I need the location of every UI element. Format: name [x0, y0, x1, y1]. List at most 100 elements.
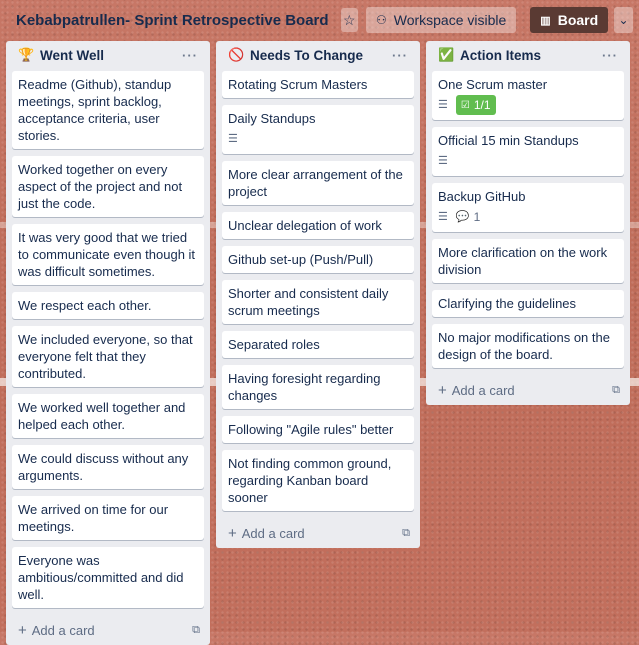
card-title: No major modifications on the design of … [438, 330, 610, 362]
card-title: One Scrum master [438, 77, 548, 92]
list-emoji-icon: 🏆 [18, 47, 35, 62]
board-header: Kebabpatrullen- Sprint Retrospective Boa… [0, 0, 639, 40]
list-title[interactable]: Needs To Change [250, 48, 392, 63]
board-title[interactable]: Kebabpatrullen- Sprint Retrospective Boa… [16, 12, 329, 29]
card-title: Official 15 min Standups [438, 133, 579, 148]
card[interactable]: Following "Agile rules" better [222, 416, 414, 443]
list-menu-icon[interactable]: ··· [602, 48, 618, 63]
list-title[interactable]: Action Items [460, 48, 602, 63]
board-icon: ▥ [540, 14, 551, 27]
card-title: We arrived on time for our meetings. [18, 502, 169, 534]
list-header[interactable]: 🏆 Went Well ··· [12, 41, 204, 69]
card-template-icon[interactable]: ⧉ [192, 624, 200, 637]
card[interactable]: Backup GitHub ☰ 💬 1 [432, 183, 624, 232]
add-card-button[interactable]: + Add a card ⧉ [12, 615, 204, 645]
card[interactable]: Everyone was ambitious/committed and did… [12, 547, 204, 608]
card[interactable]: Github set-up (Push/Pull) [222, 246, 414, 273]
card[interactable]: We arrived on time for our meetings. [12, 496, 204, 540]
card[interactable]: Worked together on every aspect of the p… [12, 156, 204, 217]
card-title: Clarifying the guidelines [438, 296, 577, 311]
card-title: Daily Standups [228, 111, 316, 126]
checklist-badge: ☑ 1/1 [455, 95, 496, 115]
card-title: More clear arrangement of the project [228, 167, 403, 199]
card[interactable]: Shorter and consistent daily scrum meeti… [222, 280, 414, 324]
add-card-label: Add a card [241, 525, 305, 541]
description-icon: ☰ [438, 154, 448, 167]
card-title: More clarification on the work division [438, 245, 608, 277]
card[interactable]: Unclear delegation of work [222, 212, 414, 239]
list-column: ✅ Action Items ··· One Scrum master ☰ ☑ 1/1 Off… [426, 41, 630, 405]
card-title: Rotating Scrum Masters [228, 77, 368, 92]
card[interactable]: Clarifying the guidelines [432, 290, 624, 317]
card-title: Everyone was ambitious/committed and did… [18, 553, 184, 602]
add-card-label: Add a card [451, 382, 515, 398]
card[interactable]: Official 15 min Standups ☰ [432, 127, 624, 176]
card-title: We worked well together and helped each … [18, 400, 186, 432]
description-icon: ☰ [228, 132, 238, 145]
card-badges: ☰ [438, 151, 616, 171]
card[interactable]: Having foresight regarding changes [222, 365, 414, 409]
card-title: Having foresight regarding changes [228, 371, 381, 403]
card-title: We could discuss without any arguments. [18, 451, 189, 483]
card-title: Backup GitHub [438, 189, 526, 204]
card[interactable]: More clear arrangement of the project [222, 161, 414, 205]
star-icon: ☆ [342, 11, 356, 28]
card-title: Unclear delegation of work [228, 218, 382, 233]
card[interactable]: We worked well together and helped each … [12, 394, 204, 438]
card[interactable]: Not finding common ground, regarding Kan… [222, 450, 414, 511]
workspace-visibility-button[interactable]: ⚇ Workspace visible [365, 7, 517, 33]
card[interactable]: We could discuss without any arguments. [12, 445, 204, 489]
card[interactable]: We included everyone, so that everyone f… [12, 326, 204, 387]
description-icon: ☰ [438, 210, 448, 223]
list-emoji-icon: ✅ [438, 47, 455, 62]
card-title: Shorter and consistent daily scrum meeti… [228, 286, 389, 318]
card[interactable]: Daily Standups ☰ [222, 105, 414, 154]
card-title: Github set-up (Push/Pull) [228, 252, 374, 267]
board-view-label: Board [557, 12, 599, 28]
card-badges: ☰ ☑ 1/1 [438, 95, 616, 115]
workspace-visibility-label: Workspace visible [393, 12, 507, 28]
board-view-button[interactable]: ▥ Board [530, 7, 609, 33]
card[interactable]: Rotating Scrum Masters [222, 71, 414, 98]
card-title: We respect each other. [18, 298, 152, 313]
add-card-label: Add a card [31, 622, 95, 638]
card[interactable]: Separated roles [222, 331, 414, 358]
workspace-people-icon: ⚇ [375, 13, 387, 27]
card-badges: ☰ 💬 1 [438, 207, 616, 227]
card-title: Separated roles [228, 337, 320, 352]
add-card-button[interactable]: + Add a card ⧉ [222, 518, 414, 548]
list-menu-icon[interactable]: ··· [182, 48, 198, 63]
comment-icon: 💬 [455, 210, 470, 223]
add-card-button[interactable]: + Add a card ⧉ [432, 375, 624, 405]
checklist-count: 1/1 [473, 97, 491, 112]
card-title: Not finding common ground, regarding Kan… [228, 456, 392, 505]
card-title: Following "Agile rules" better [228, 422, 394, 437]
card-title: Worked together on every aspect of the p… [18, 162, 183, 211]
comment-count: 1 [473, 209, 481, 224]
comment-badge: 💬 1 [456, 209, 480, 226]
view-switcher-button[interactable]: ⌄ [614, 7, 633, 33]
star-button[interactable]: ☆ [340, 8, 358, 32]
card[interactable]: We respect each other. [12, 292, 204, 319]
checklist-icon: ☑ [460, 99, 470, 111]
list-header[interactable]: 🚫 Needs To Change ··· [222, 41, 414, 69]
card-title: It was very good that we tried to commun… [18, 230, 196, 279]
plus-icon: + [228, 524, 237, 542]
card-badges: ☰ [228, 129, 406, 149]
card-title: Readme (Github), standup meetings, sprin… [18, 77, 172, 143]
card[interactable]: It was very good that we tried to commun… [12, 224, 204, 285]
card[interactable]: No major modifications on the design of … [432, 324, 624, 368]
description-icon: ☰ [438, 98, 448, 111]
list-header[interactable]: ✅ Action Items ··· [432, 41, 624, 69]
list-menu-icon[interactable]: ··· [392, 48, 408, 63]
card[interactable]: Readme (Github), standup meetings, sprin… [12, 71, 204, 149]
card-template-icon[interactable]: ⧉ [402, 527, 410, 540]
plus-icon: + [18, 621, 27, 639]
list-column: 🏆 Went Well ··· Readme (Github), standup me… [6, 41, 210, 645]
chevron-down-icon: ⌄ [618, 13, 629, 27]
card-template-icon[interactable]: ⧉ [612, 384, 620, 397]
card-title: We included everyone, so that everyone f… [18, 332, 193, 381]
list-title[interactable]: Went Well [40, 48, 182, 63]
card[interactable]: More clarification on the work division [432, 239, 624, 283]
card[interactable]: One Scrum master ☰ ☑ 1/1 [432, 71, 624, 120]
